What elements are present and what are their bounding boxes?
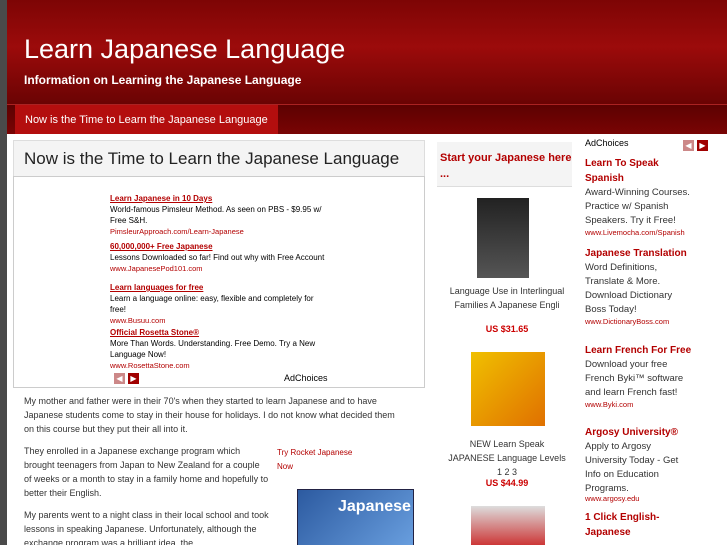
software-box-image[interactable] [471,352,545,426]
product-image[interactable] [471,506,545,545]
rocket-image-text: Japanese [338,498,411,515]
ad-body: World-famous Pimsleur Method. As seen on… [110,205,322,225]
ad-body: More Than Words. Understanding. Free Dem… [110,339,316,359]
adchoices-label[interactable]: AdChoices [585,138,629,148]
site-title[interactable]: Learn Japanese Language [24,34,345,65]
right-ad-body: Download your free French Byki™ software… [585,359,684,398]
main-content: Now is the Time to Learn the Japanese La… [7,134,727,545]
ad-url[interactable]: www.Busuu.com [110,315,330,326]
content-ad: Official Rosetta Stone® More Than Words.… [110,327,330,371]
book-title-link[interactable]: NEW Learn Speak JAPANESE Language Levels… [447,437,567,479]
ad-title-link[interactable]: Learn languages for free [110,282,330,293]
ad-title-link[interactable]: Learn Japanese in 10 Days [110,193,330,204]
content-ad-box: Learn Japanese in 10 Days World-famous P… [13,176,425,388]
book-price: US $44.99 [485,478,529,488]
right-ad-title[interactable]: 1 Click English-Japanese [585,510,695,540]
middle-heading: Start your Japanese here ... [440,152,572,180]
right-ad-title[interactable]: Japanese Translation [585,246,725,261]
middle-heading-box: Start your Japanese here ... [437,142,572,187]
ad-body: Lessons Downloaded so far! Find out why … [110,253,325,262]
right-ad-title[interactable]: Argosy University® [585,425,725,440]
book-title-link[interactable]: Language Use in Interlingual Families A … [447,284,567,312]
ad-next-arrow-icon[interactable]: ▶ [128,373,139,384]
right-ad-title[interactable]: Learn French For Free [585,343,725,358]
content-ad: Learn Japanese in 10 Days World-famous P… [110,193,330,237]
content-ad: 60,000,000+ Free Japanese Lessons Downlo… [110,241,330,274]
book-price: US $31.65 [485,324,529,334]
rocket-japanese-link[interactable]: Try Rocket Japanese Now [277,446,357,474]
right-ad-url[interactable]: www.Byki.com [585,400,633,409]
right-ad-body: Award-Winning Courses. Practice w/ Spani… [585,187,690,226]
ad-url[interactable]: www.JapanesePod101.com [110,263,330,274]
right-ad-url[interactable]: www.Livemocha.com/Spanish [585,228,685,237]
right-sidebar-ads: AdChoices ◀ ▶ Learn To Speak Spanish Awa… [582,134,727,545]
post-title-box: Now is the Time to Learn the Japanese La… [13,140,425,178]
nav-item-current[interactable]: Now is the Time to Learn the Japanese La… [15,105,278,135]
post-paragraph: They enrolled in a Japanese exchange pro… [24,446,269,498]
post-title[interactable]: Now is the Time to Learn the Japanese La… [24,149,399,169]
ad-next-arrow-icon[interactable]: ▶ [697,140,708,151]
book-cover-image[interactable] [477,198,529,278]
ad-url[interactable]: www.RosettaStone.com [110,360,330,371]
right-ad-title[interactable]: Learn To Speak Spanish [585,156,695,186]
ad-prev-arrow-icon[interactable]: ◀ [114,373,125,384]
ad-url[interactable]: PimsleurApproach.com/Learn-Japanese [110,226,330,237]
ad-title-link[interactable]: Official Rosetta Stone® [110,327,330,338]
post-paragraph: My parents went to a night class in thei… [24,510,269,545]
rocket-japanese-image[interactable]: Japanese [297,489,414,545]
right-ad-body: Apply to Argosy University Today - Get I… [585,441,679,494]
right-ad-url[interactable]: www.DictionaryBoss.com [585,317,669,326]
ad-body: Learn a language online: easy, flexible … [110,294,314,314]
adchoices-label[interactable]: AdChoices [284,373,328,383]
right-ad-body: Word Definitions, Translate & More. Down… [585,262,673,315]
post-paragraph: My mother and father were in their 70's … [24,396,395,434]
ad-title-link[interactable]: 60,000,000+ Free Japanese [110,241,330,252]
page: Learn Japanese Language Information on L… [7,0,727,545]
ad-prev-arrow-icon[interactable]: ◀ [683,140,694,151]
right-ad-url[interactable]: www.argosy.edu [585,494,639,503]
nav-bar: Now is the Time to Learn the Japanese La… [7,104,727,135]
content-ad: Learn languages for free Learn a languag… [110,282,330,326]
site-description: Information on Learning the Japanese Lan… [24,73,302,87]
site-header: Learn Japanese Language Information on L… [7,0,727,104]
middle-sidebar: Start your Japanese here ... Language Us… [437,134,577,545]
